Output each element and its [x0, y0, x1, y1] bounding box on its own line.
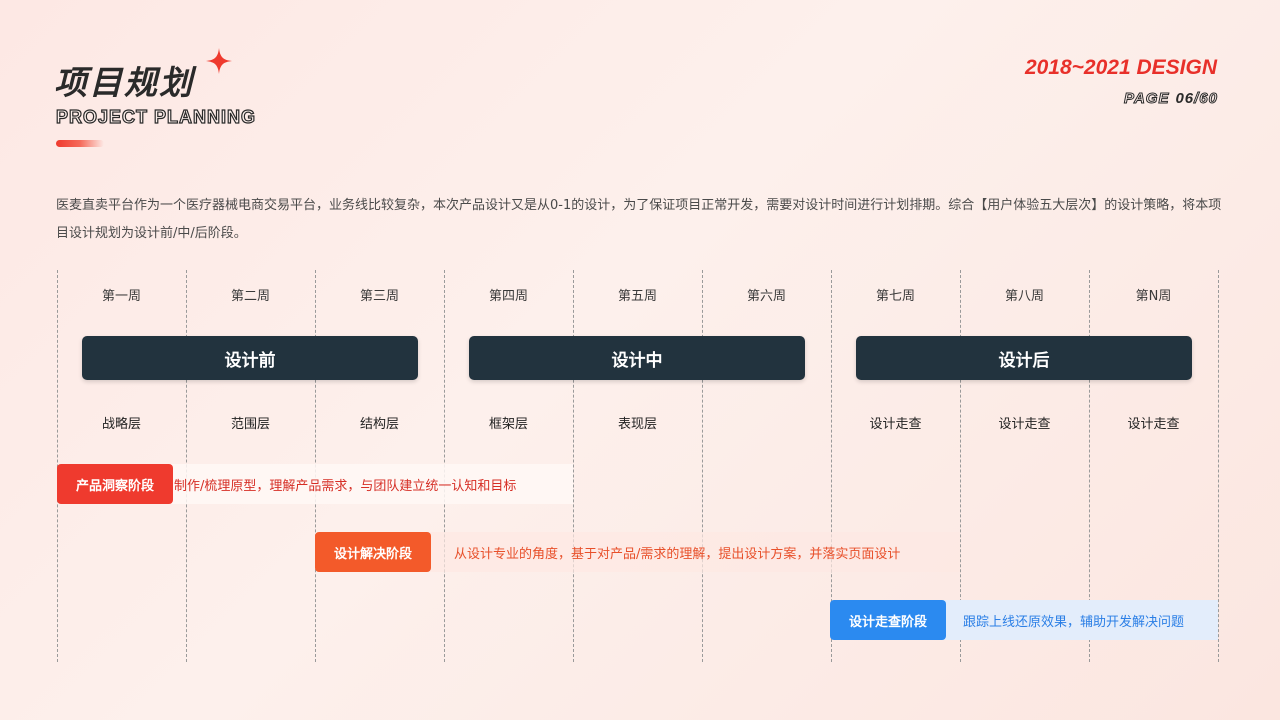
layer-label: 表现层	[617, 417, 657, 432]
year-design-label: 2018~2021 DESIGN	[1024, 56, 1217, 79]
week-label: 第二周	[230, 289, 270, 304]
grid-line	[573, 270, 574, 662]
week-label: 第五周	[617, 289, 657, 304]
layer-label: 结构层	[359, 417, 399, 432]
sparkle-icon	[206, 48, 232, 74]
page-current: 06	[1175, 90, 1195, 107]
week-label: 第三周	[359, 289, 399, 304]
title-underline	[56, 140, 104, 147]
layer-label: 设计走查	[869, 417, 922, 432]
layer-label: 战略层	[101, 417, 141, 432]
layer-label: 范围层	[230, 417, 270, 432]
stage-solve-desc: 从设计专业的角度，基于对产品/需求的理解，提出设计方案，并落实页面设计	[427, 532, 960, 572]
intro-paragraph: 医麦直卖平台作为一个医疗器械电商交易平台，业务线比较复杂，本次产品设计又是从0-…	[56, 198, 1222, 241]
layer-label: 设计走查	[998, 417, 1051, 432]
week-label: 第六周	[746, 289, 786, 304]
grid-line	[702, 270, 703, 662]
phase-during: 设计中	[469, 336, 805, 380]
page-label: PAGE	[1124, 90, 1170, 108]
stage-review-tag: 设计走查阶段	[830, 600, 946, 640]
week-label: 第一周	[101, 289, 141, 304]
page-total: /60	[1194, 90, 1218, 108]
layer-label: 设计走查	[1127, 417, 1180, 432]
page-number: PAGE 06/60	[1124, 90, 1218, 108]
week-label: 第七周	[875, 289, 915, 304]
week-label: 第四周	[488, 289, 528, 304]
page-subtitle: PROJECT PLANNING	[55, 106, 257, 127]
stage-insight-desc: 制作/梳理原型，理解产品需求，与团队建立统一认知和目标	[160, 464, 573, 504]
stage-insight-tag: 产品洞察阶段	[57, 464, 173, 504]
week-label: 第N周	[1135, 289, 1172, 304]
phase-after: 设计后	[856, 336, 1192, 380]
phase-before: 设计前	[82, 336, 418, 380]
layer-label: 框架层	[488, 417, 528, 432]
page-title: 项目规划	[54, 63, 194, 102]
week-label: 第八周	[1004, 289, 1044, 304]
stage-solve-tag: 设计解决阶段	[315, 532, 431, 572]
stage-review-desc: 跟踪上线还原效果，辅助开发解决问题	[940, 600, 1218, 640]
grid-line	[1218, 270, 1219, 662]
